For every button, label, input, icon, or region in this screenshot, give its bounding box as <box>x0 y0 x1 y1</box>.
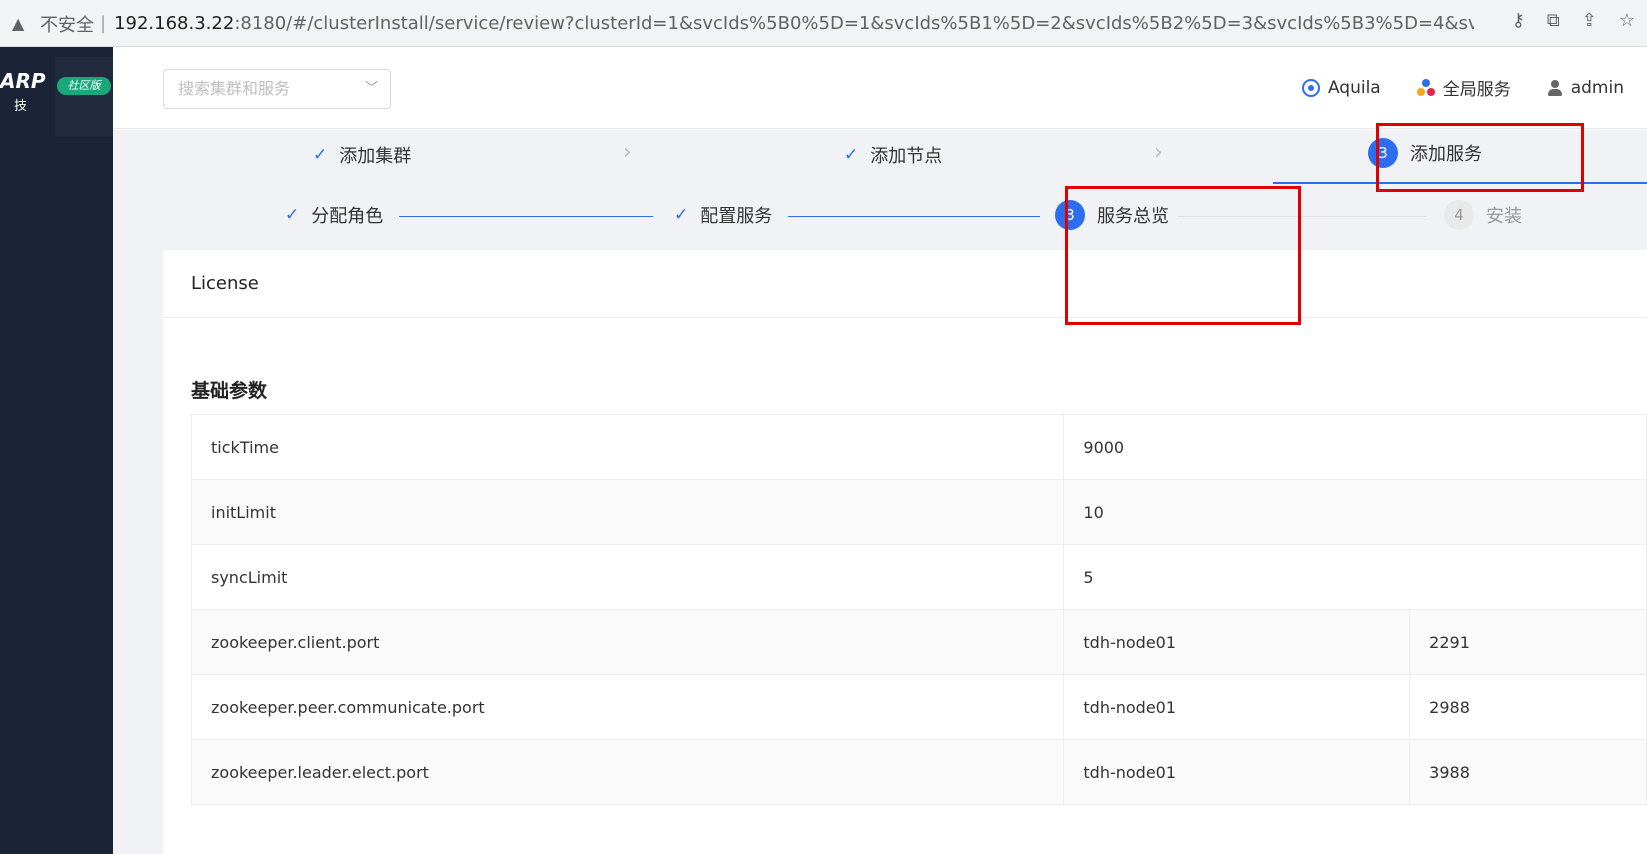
chevron-down-icon: ﹀ <box>364 81 378 96</box>
service-overview-card: License 基础参数 tickTime 9000 initLimit 10 … <box>163 250 1647 854</box>
main-step-label: 添加集群 <box>339 146 412 167</box>
param-value: 9000 <box>1064 415 1647 479</box>
main-step-add-cluster: ✓ 添加集群 <box>313 142 411 168</box>
param-name: syncLimit <box>192 545 1065 609</box>
param-host: tdh-node01 <box>1064 740 1411 804</box>
table-row: syncLimit 5 <box>192 545 1647 610</box>
param-name: zookeeper.client.port <box>192 610 1065 674</box>
annotation-box-add-service <box>1376 123 1584 192</box>
section-title: 基础参数 <box>191 380 268 402</box>
header-actions: Aquila 全局服务 admin <box>1301 75 1624 100</box>
card-title: License <box>163 250 1647 318</box>
translate-icon[interactable]: ⧉ <box>1547 10 1560 31</box>
table-row: zookeeper.leader.elect.port tdh-node01 3… <box>192 740 1647 805</box>
global-services-label: 全局服务 <box>1442 80 1511 100</box>
aquila-icon <box>1301 78 1320 97</box>
chevron-right-icon: › <box>1154 140 1163 165</box>
parameter-table: tickTime 9000 initLimit 10 syncLimit 5 z… <box>191 414 1647 805</box>
chevron-right-icon: › <box>623 140 632 165</box>
sub-step-assign-roles: ✓ 分配角色 <box>285 202 383 228</box>
edition-badge: 社区版 <box>57 77 111 95</box>
global-services-icon <box>1416 78 1435 97</box>
user-name: admin <box>1570 77 1624 98</box>
sub-step-label: 分配角色 <box>311 206 384 227</box>
top-header: 搜索集群和服务 ﹀ Aquila 全局服务 admin <box>113 47 1647 129</box>
url-text[interactable]: 192.168.3.22:8180/#/clusterInstall/servi… <box>114 13 1474 34</box>
check-icon: ✓ <box>313 145 328 165</box>
table-row: zookeeper.client.port tdh-node01 2291 <box>192 610 1647 675</box>
param-value: 3988 <box>1410 740 1647 804</box>
user-icon <box>1547 79 1563 96</box>
sub-step-label: 配置服务 <box>700 206 773 227</box>
sub-step-configure: ✓ 配置服务 <box>674 202 772 228</box>
param-host: tdh-node01 <box>1064 675 1411 739</box>
param-value: 10 <box>1064 480 1647 544</box>
param-value: 2988 <box>1410 675 1647 739</box>
aquila-label: Aquila <box>1327 77 1381 98</box>
logo-subtitle: 技 <box>14 99 28 114</box>
table-row: tickTime 9000 <box>192 415 1647 480</box>
param-host: tdh-node01 <box>1064 610 1411 674</box>
search-placeholder: 搜索集群和服务 <box>178 79 291 98</box>
url-separator: | <box>100 13 107 34</box>
param-name: zookeeper.leader.elect.port <box>192 740 1065 804</box>
sidebar: ARP 技 社区版 <box>0 47 113 854</box>
check-icon: ✓ <box>844 145 859 165</box>
browser-address-bar: ▲ 不安全 | 192.168.3.22:8180/#/clusterInsta… <box>0 0 1647 47</box>
aquila-link[interactable]: Aquila <box>1301 77 1381 98</box>
param-name: tickTime <box>192 415 1065 479</box>
global-services-link[interactable]: 全局服务 <box>1416 75 1511 100</box>
warning-icon: ▲ <box>12 14 25 33</box>
url-field[interactable]: ▲ 不安全 | 192.168.3.22:8180/#/clusterInsta… <box>0 4 1647 43</box>
step-connector <box>399 216 653 217</box>
share-icon[interactable]: ⇪ <box>1582 10 1597 31</box>
main-step-label: 添加节点 <box>870 146 943 167</box>
sub-steps: ✓ 分配角色 ✓ 配置服务 3 服务总览 4 安装 <box>113 192 1647 242</box>
sub-step-label: 安装 <box>1486 206 1522 227</box>
annotation-box-service-overview <box>1065 186 1301 325</box>
cluster-service-search[interactable]: 搜索集群和服务 ﹀ <box>163 69 391 109</box>
check-icon: ✓ <box>285 205 300 225</box>
key-icon[interactable]: ⚷ <box>1512 10 1525 31</box>
step-number: 4 <box>1444 200 1474 230</box>
logo: ARP <box>0 69 46 93</box>
table-row: initLimit 10 <box>192 480 1647 545</box>
user-menu[interactable]: admin <box>1547 78 1624 98</box>
check-icon: ✓ <box>674 205 689 225</box>
main-step-add-node: ✓ 添加节点 <box>844 142 942 168</box>
param-name: initLimit <box>192 480 1065 544</box>
table-row: zookeeper.peer.communicate.port tdh-node… <box>192 675 1647 740</box>
bookmark-star-icon[interactable]: ☆ <box>1619 10 1635 31</box>
param-name: zookeeper.peer.communicate.port <box>192 675 1065 739</box>
main-content: ✓ 添加集群 › ✓ 添加节点 › 3 添加服务 ✓ 分配角色 ✓ 配置服务 3… <box>113 130 1647 854</box>
insecure-label: 不安全 <box>40 14 94 36</box>
sub-step-install: 4 安装 <box>1444 200 1522 230</box>
param-value: 5 <box>1064 545 1647 609</box>
logo-background <box>55 57 113 137</box>
param-value: 2291 <box>1410 610 1647 674</box>
browser-actions: ⚷ ⧉ ⇪ ☆ <box>1512 10 1635 31</box>
step-connector <box>788 216 1040 217</box>
